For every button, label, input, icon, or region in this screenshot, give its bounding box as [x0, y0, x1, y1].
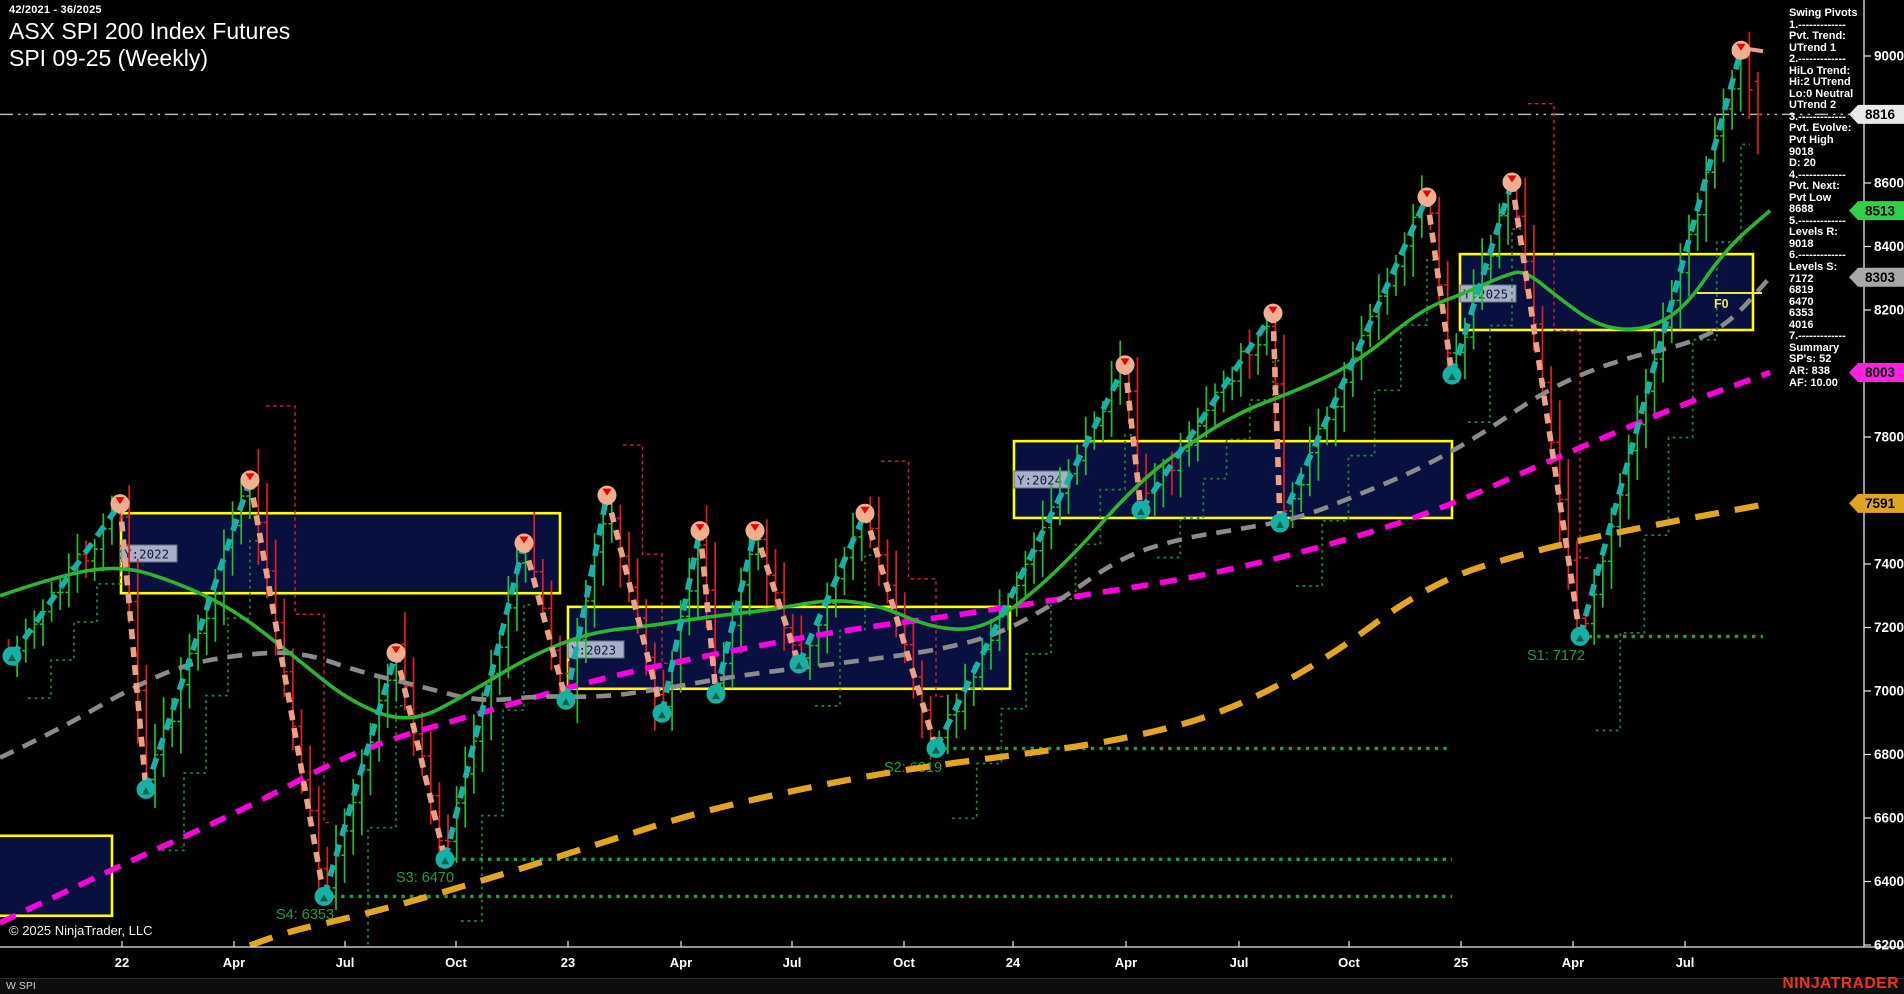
- chart-window: Y:2022Y:2023Y:2024Y:2025 S1: 7172S2: 681…: [0, 0, 1904, 994]
- panel-line: AR: 838: [1789, 366, 1897, 378]
- time-tick-label: 23: [561, 955, 575, 970]
- price-bars: [5, 32, 1761, 910]
- time-tick-label: Apr: [223, 955, 245, 970]
- time-tick-label: Apr: [1562, 955, 1584, 970]
- time-tick-label: Apr: [670, 955, 692, 970]
- ninjatrader-logo: NINJATRADER: [1782, 975, 1899, 993]
- panel-line: 6819: [1789, 285, 1897, 297]
- time-tick-label: 22: [115, 955, 129, 970]
- price-tick-label: 6400: [1874, 874, 1904, 889]
- time-tick-label: 25: [1454, 955, 1468, 970]
- date-range-label: 42/2021 - 36/2025: [9, 4, 290, 16]
- time-tick-label: Jul: [336, 955, 355, 970]
- trail-stop-up: [1296, 260, 1436, 586]
- panel-line: D: 20: [1789, 158, 1897, 170]
- time-tick-label: Apr: [1115, 955, 1137, 970]
- panel-line: Pvt. Trend:: [1789, 31, 1897, 43]
- price-tick-label: 6800: [1874, 747, 1904, 762]
- price-tick-label: 6200: [1874, 938, 1904, 953]
- copyright-text: © 2025 NinjaTrader, LLC: [9, 923, 153, 938]
- year-label-text: Y:2024: [1017, 473, 1062, 488]
- price-marker-label: 7591: [1865, 496, 1896, 511]
- instrument-title: ASX SPI 200 Index Futures: [9, 18, 290, 45]
- panel-line: 2.-------------: [1789, 54, 1897, 66]
- swing-up-line: [936, 365, 1125, 749]
- support-label: S3: 6470: [396, 870, 454, 886]
- swing-up-line: [1580, 50, 1741, 636]
- panel-line: Pvt High: [1789, 135, 1897, 147]
- swing-pivots-info-panel: Swing Pivots1.-------------Pvt. Trend:UT…: [1789, 8, 1897, 389]
- year-range-boxes: Y:2022Y:2023Y:2024Y:2025: [0, 254, 1753, 916]
- bottom-tab-strip: [0, 978, 1904, 994]
- support-label: S4: 6353: [276, 907, 334, 923]
- year-box[interactable]: [0, 836, 112, 916]
- time-tick-label: Jul: [783, 955, 802, 970]
- trail-stop-up: [1596, 144, 1750, 730]
- workspace-tab-wspi[interactable]: W SPI: [6, 980, 36, 992]
- panel-line: Levels S:: [1789, 262, 1897, 274]
- panel-line: Swing Pivots: [1789, 8, 1897, 20]
- time-tick-label: 24: [1006, 955, 1021, 970]
- price-tick-label: 7000: [1874, 684, 1904, 699]
- panel-line: AF: 10.00: [1789, 378, 1897, 390]
- axes[interactable]: 9000860084008200780074007200700068006600…: [0, 0, 1904, 970]
- time-tick-label: Oct: [1338, 955, 1360, 970]
- time-tick-label: Oct: [893, 955, 915, 970]
- time-tick-label: Jul: [1676, 955, 1695, 970]
- year-box[interactable]: [121, 513, 560, 593]
- swing-up-line: [12, 504, 120, 656]
- price-tick-label: 6600: [1874, 811, 1904, 826]
- support-label: S1: 7172: [1527, 648, 1585, 664]
- chart-header: 42/2021 - 36/2025 ASX SPI 200 Index Futu…: [9, 4, 290, 72]
- price-tick-label: 7800: [1874, 430, 1904, 445]
- f0-label: F0: [1714, 297, 1729, 311]
- price-tick-label: 7200: [1874, 620, 1904, 635]
- price-chart-canvas[interactable]: Y:2022Y:2023Y:2024Y:2025 S1: 7172S2: 681…: [0, 0, 1904, 994]
- time-tick-label: Jul: [1230, 955, 1249, 970]
- year-label-text: Y:2022: [124, 547, 169, 562]
- time-tick-label: Oct: [445, 955, 467, 970]
- contract-subtitle: SPI 09-25 (Weekly): [9, 45, 290, 72]
- year-box[interactable]: [1014, 441, 1452, 518]
- price-tick-label: 7400: [1874, 557, 1904, 572]
- swing-stub: [1750, 49, 1763, 51]
